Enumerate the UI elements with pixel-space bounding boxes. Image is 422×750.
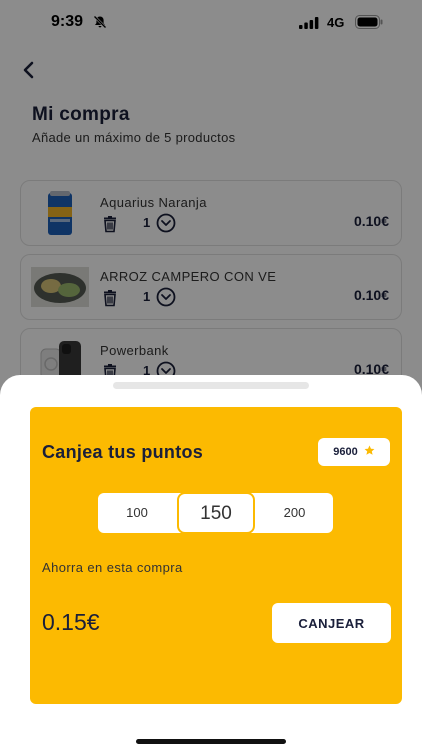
savings-amount: 0.15€ [42,609,100,635]
redeem-title: Canjea tus puntos [42,442,204,462]
home-indicator [136,739,286,744]
points-option-200[interactable]: 200 [256,493,333,533]
redeem-button[interactable]: CANJEAR [272,603,391,643]
redeem-points-sheet: Canjea tus puntos 9600 100 150 200 Ahorr… [0,375,422,750]
sheet-drag-handle[interactable] [113,382,309,389]
points-option-150-selected[interactable]: 150 [177,492,255,534]
savings-label: Ahorra en esta compra [42,560,183,575]
redeem-card: Canjea tus puntos 9600 100 150 200 Ahorr… [30,407,402,704]
points-amount-selector: 100 150 200 [98,492,333,534]
star-icon [364,443,375,461]
points-option-100[interactable]: 100 [98,493,176,533]
points-balance-badge: 9600 [318,438,390,466]
points-balance: 9600 [333,446,358,458]
